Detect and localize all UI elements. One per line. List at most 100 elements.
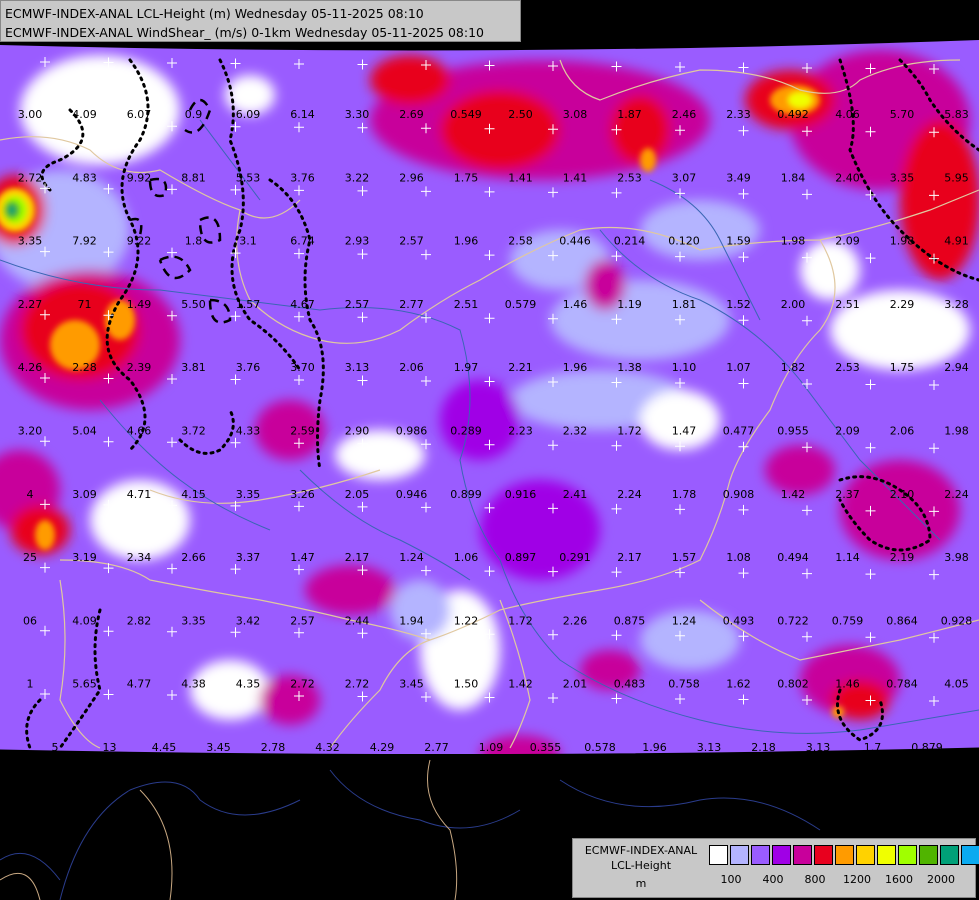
map-value: 1.98 xyxy=(781,235,806,248)
legend-unit: m xyxy=(635,877,647,890)
map-value: 1.14 xyxy=(835,551,860,564)
map-value: 5.70 xyxy=(890,108,915,121)
map-value: 1.96 xyxy=(642,741,667,754)
map-value: 2.57 xyxy=(399,235,424,248)
map-value: 4.29 xyxy=(370,741,395,754)
map-value: 2.01 xyxy=(563,678,588,691)
map-value: 1.47 xyxy=(290,551,315,564)
map-value: 1.78 xyxy=(672,488,697,501)
map-value: 1.96 xyxy=(454,235,479,248)
map-value: 1.87 xyxy=(617,108,642,121)
map-value: 6.09 xyxy=(236,108,261,121)
map-value: 0.899 xyxy=(450,488,482,501)
map-value: 1.94 xyxy=(399,614,424,627)
map-value: 0.289 xyxy=(450,425,482,438)
map-value: 2.26 xyxy=(563,614,588,627)
map-value: 2.72 xyxy=(18,171,43,184)
map-value: 1.47 xyxy=(672,425,697,438)
legend-swatch xyxy=(793,845,812,865)
map-value: 4.32 xyxy=(315,741,340,754)
legend-swatches xyxy=(709,845,979,865)
map-value: 3.45 xyxy=(399,678,424,691)
map-value: 0.291 xyxy=(559,551,591,564)
map-value: 1.75 xyxy=(890,361,915,374)
map-value: 2.28 xyxy=(72,361,97,374)
map-value: 2.09 xyxy=(835,235,860,248)
map-value: 2.40 xyxy=(835,171,860,184)
color-legend: ECMWF-INDEX-ANAL LCL-Height m 100 400 800 1… xyxy=(572,838,979,898)
map-value: 4.45 xyxy=(152,741,177,754)
map-value: 1.8 xyxy=(185,235,203,248)
map-value: 4.83 xyxy=(72,171,97,184)
map-value: 2.44 xyxy=(345,614,370,627)
title-line-2: ECMWF-INDEX-ANAL WindShear_ (m/s) 0-1km … xyxy=(5,25,484,40)
map-value: 06 xyxy=(23,614,37,627)
map-value: 4.05 xyxy=(944,678,969,691)
map-value: 5.04 xyxy=(72,425,97,438)
map-value: 3.35 xyxy=(236,488,261,501)
map-value: 0.928 xyxy=(941,614,973,627)
map-value: 6.07 xyxy=(127,108,152,121)
map-value: 3.13 xyxy=(697,741,722,754)
map-value: 0.549 xyxy=(450,108,482,121)
map-value: 2.72 xyxy=(345,678,370,691)
map-value: 0.908 xyxy=(723,488,755,501)
map-value: 3.07 xyxy=(672,171,697,184)
map-value: 2.50 xyxy=(508,108,533,121)
title-line-1: ECMWF-INDEX-ANAL LCL-Height (m) Wednesda… xyxy=(5,6,424,21)
map-value: 1.46 xyxy=(835,678,860,691)
map-value: 3.13 xyxy=(345,361,370,374)
legend-tick-label: 2000 xyxy=(927,873,955,886)
map-value: 1.50 xyxy=(454,678,479,691)
map-value: 3.37 xyxy=(236,551,261,564)
map-value: 1.98 xyxy=(944,425,969,438)
map-value: 4.15 xyxy=(181,488,206,501)
map-value: 4.91 xyxy=(944,235,969,248)
map-value: 0.483 xyxy=(614,678,646,691)
map-value: 9.92 xyxy=(127,171,152,184)
map-value: 2.06 xyxy=(399,361,424,374)
legend-swatch xyxy=(709,845,728,865)
legend-swatch xyxy=(856,845,875,865)
map-value: 2.41 xyxy=(563,488,588,501)
map-value: 0.9 xyxy=(185,108,203,121)
map-value: 2.82 xyxy=(127,614,152,627)
map-value: 2.05 xyxy=(345,488,370,501)
map-value: 1.49 xyxy=(127,298,152,311)
map-value: 2.39 xyxy=(127,361,152,374)
map-value: 1.24 xyxy=(399,551,424,564)
legend-swatch xyxy=(835,845,854,865)
map-value: 1.19 xyxy=(617,298,642,311)
legend-swatch xyxy=(772,845,791,865)
map-value: 2.66 xyxy=(181,551,206,564)
weather-map: 3.00 4.09 6.07 0.9 6.09 6.14 3.30 2.69 0.549 2.50… xyxy=(0,0,979,900)
map-value: 2.34 xyxy=(127,551,152,564)
map-value: 2.51 xyxy=(835,298,860,311)
map-value: 3.30 xyxy=(345,108,370,121)
legend-swatch xyxy=(730,845,749,865)
map-value: 3.49 xyxy=(726,171,751,184)
map-value: 3.42 xyxy=(236,614,261,627)
map-value: 0.784 xyxy=(886,678,918,691)
map-value: 4.67 xyxy=(290,298,315,311)
map-value: 0.946 xyxy=(396,488,428,501)
map-value: 2.09 xyxy=(835,425,860,438)
map-value: 2.94 xyxy=(944,361,969,374)
map-value: 1.42 xyxy=(508,678,533,691)
map-value: 2.59 xyxy=(290,425,315,438)
map-value: 1.84 xyxy=(781,171,806,184)
map-value: 3.28 xyxy=(944,298,969,311)
map-value: 2.00 xyxy=(781,298,806,311)
map-value: 4.66 xyxy=(127,425,152,438)
legend-title: ECMWF-INDEX-ANAL LCL-Height xyxy=(573,843,709,873)
map-value: 3.70 xyxy=(290,361,315,374)
map-value: 5.50 xyxy=(181,298,206,311)
map-value: 3.35 xyxy=(890,171,915,184)
legend-tick-label: 1600 xyxy=(885,873,913,886)
legend-title-line2: LCL-Height xyxy=(610,859,672,872)
map-value: 4.09 xyxy=(72,614,97,627)
map-value: 1.08 xyxy=(726,551,751,564)
legend-swatch xyxy=(919,845,938,865)
map-value: 3.20 xyxy=(18,425,43,438)
legend-swatch xyxy=(751,845,770,865)
